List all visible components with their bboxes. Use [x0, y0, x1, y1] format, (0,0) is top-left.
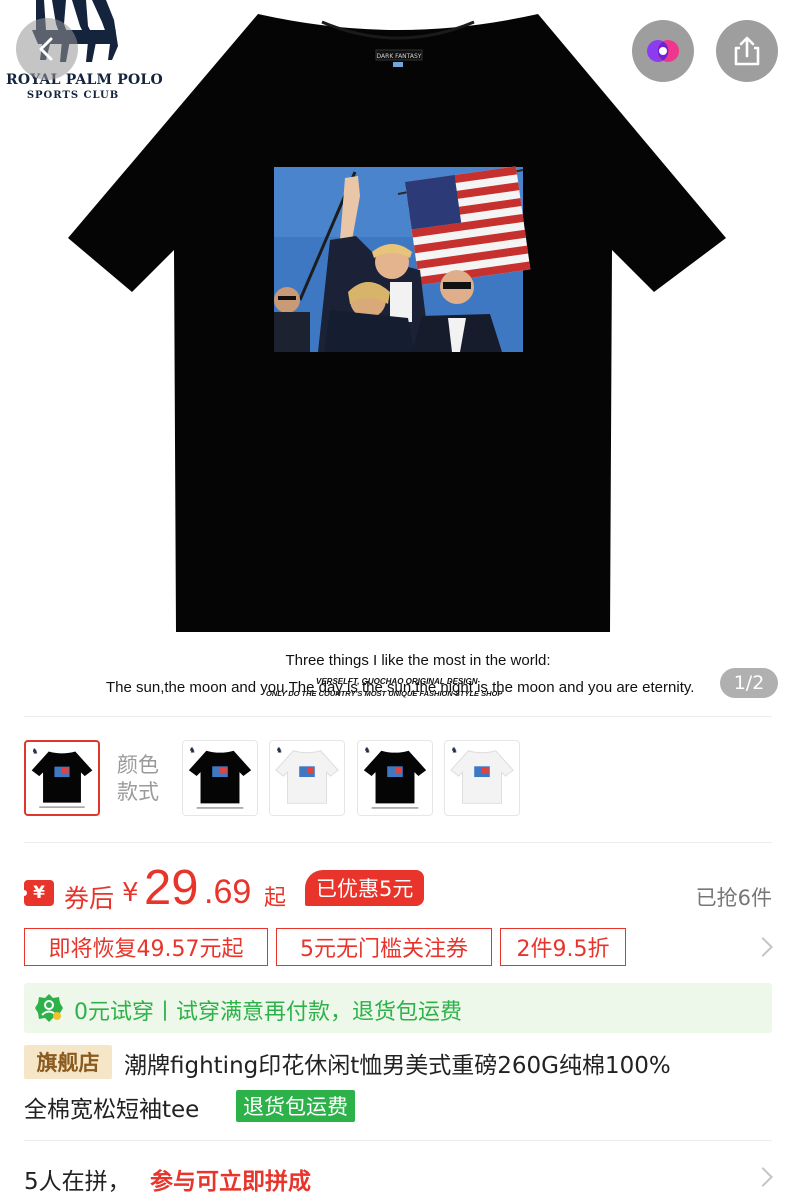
sold-count: 已抢6件	[695, 886, 772, 910]
free-trial-text: 0元试穿丨试穿满意再付款，退货包运费	[74, 1000, 462, 1025]
product-title-line-2: 全棉宽松短袖tee	[24, 1097, 200, 1123]
back-button[interactable]	[16, 18, 78, 80]
price-suffix: 起	[264, 886, 287, 911]
svg-text:♞: ♞	[32, 746, 39, 755]
brand-subtitle: SPORTS CLUB	[26, 90, 120, 101]
overprint-line-1: VERSELFT, GUOCHAO ORIGINAL DESIGN	[316, 677, 478, 686]
product-title-line-1: 潮牌fighting印花休闲t恤男美式重磅260G纯棉100%	[124, 1053, 671, 1079]
variant-thumb-1[interactable]: ♞	[24, 740, 100, 816]
svg-text:♞: ♞	[451, 746, 458, 755]
flagship-store-badge: 旗舰店	[24, 1045, 112, 1079]
brand-name: ROYAL PALM POLO	[6, 72, 163, 88]
product-image-gallery[interactable]: DARK FANTASY ROYAL PALM POLO SPORTS CLUB…	[0, 0, 796, 716]
chevron-right-icon[interactable]	[753, 937, 773, 957]
variant-thumb-2[interactable]: ♞	[182, 740, 258, 816]
black-tshirt-thumbnail: ♞	[31, 746, 93, 808]
variant-label: 颜色款式	[117, 753, 159, 804]
price-decimal: .69	[204, 873, 252, 911]
free-trial-banner[interactable]: 0元试穿丨试穿满意再付款，退货包运费	[24, 983, 772, 1033]
svg-text:♞: ♞	[276, 746, 283, 755]
white-tshirt-thumbnail: ♞	[450, 746, 514, 804]
white-tshirt-thumbnail: ♞	[275, 746, 339, 804]
svg-text:DARK FANTASY: DARK FANTASY	[377, 53, 422, 60]
black-tshirt-thumbnail: ♞	[188, 746, 252, 809]
variant-thumb-3[interactable]: ♞	[269, 740, 345, 816]
price-integer: 29	[144, 861, 199, 915]
chevron-right-icon[interactable]	[753, 1167, 773, 1187]
share-button[interactable]	[716, 20, 778, 82]
slogan-line-1: Three things I like the most in the worl…	[285, 652, 551, 669]
app-logo-icon	[647, 40, 679, 62]
group-buy-cta[interactable]: 参与可立即拼成	[150, 1162, 311, 1196]
svg-text:♞: ♞	[189, 746, 196, 755]
app-logo-button[interactable]	[632, 20, 694, 82]
overprint-line-2: ONLY DO THE COUNTRY'S MOST UNIQUE FASHIO…	[266, 689, 503, 698]
divider	[24, 1140, 772, 1141]
divider	[24, 842, 772, 843]
variant-thumb-5[interactable]: ♞	[444, 740, 520, 816]
discount-badge: 已优惠5元	[305, 870, 425, 906]
coupon-icon: ¥	[21, 880, 54, 906]
group-buy-count: 5人在拼，	[24, 1169, 131, 1195]
divider	[24, 716, 772, 717]
image-page-indicator: 1/2	[720, 668, 778, 698]
trial-badge-icon	[35, 994, 63, 1022]
price-currency: ¥	[122, 878, 139, 908]
promo-tag-multi-buy[interactable]: 2件9.5折	[500, 928, 626, 966]
svg-text:♞: ♞	[364, 746, 371, 755]
variant-thumb-4[interactable]: ♞	[357, 740, 433, 816]
price-prefix: 券后	[64, 884, 115, 913]
black-tshirt-thumbnail: ♞	[363, 746, 427, 809]
promo-tag-restore-price[interactable]: 即将恢复49.57元起	[24, 928, 268, 966]
chevron-left-icon	[39, 37, 53, 61]
share-icon	[734, 36, 760, 66]
free-return-badge: 退货包运费	[236, 1090, 355, 1122]
promo-tag-follow-coupon[interactable]: 5元无门槛关注券	[276, 928, 492, 966]
